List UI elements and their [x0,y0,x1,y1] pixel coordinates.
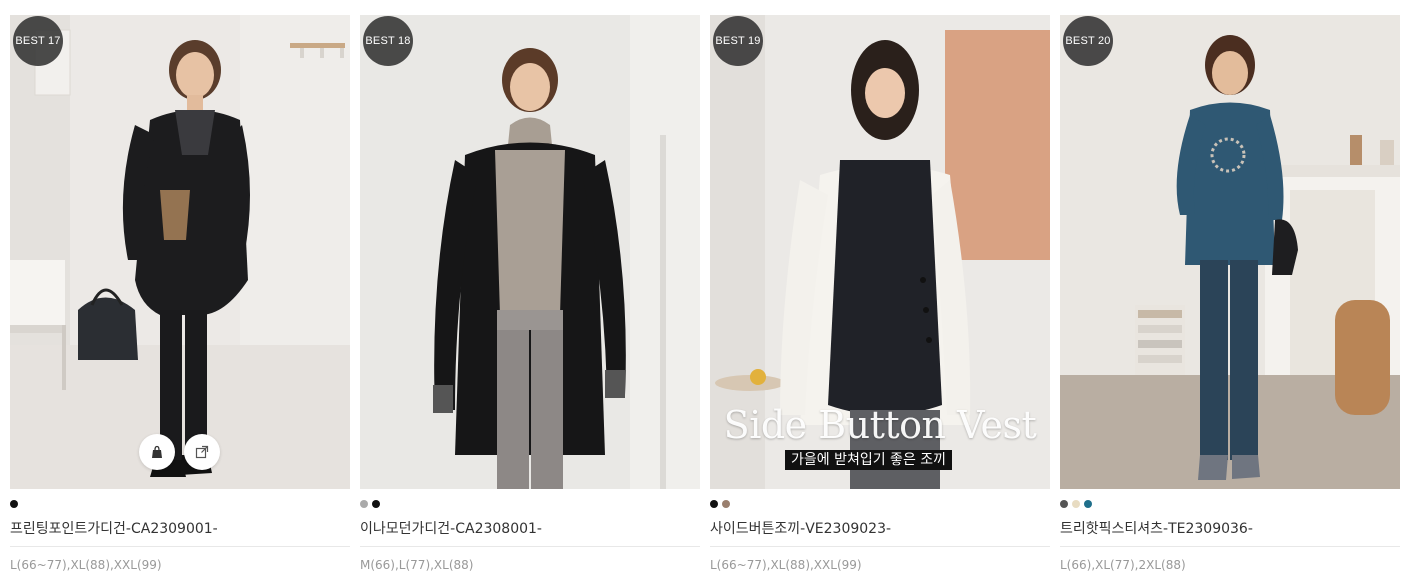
color-swatch [722,500,730,508]
divider [1060,546,1400,547]
promo-title: Side Button Vest [723,403,1037,447]
product-sizes: L(66~77),XL(88),XXL(99) [710,558,862,572]
color-swatch [710,500,718,508]
promo-caption: 가을에 받쳐입기 좋은 조끼 [785,450,953,470]
divider [710,546,1050,547]
product-sizes: M(66),L(77),XL(88) [360,558,474,572]
color-swatch [10,500,18,508]
product-name[interactable]: 트리핫픽스티셔츠-TE2309036- [1060,518,1253,538]
external-link-icon [195,445,209,459]
product-card: BEST 20 트리핫픽스티셔츠-TE2309036- L(66),XL(77)… [1060,15,1400,582]
shopping-bag-icon [150,445,164,459]
product-name[interactable]: 이나모던가디건-CA2308001- [360,518,542,538]
color-swatches [10,500,18,508]
color-swatch [372,500,380,508]
divider [360,546,700,547]
rank-badge: BEST 20 [1063,16,1113,66]
product-image[interactable]: BEST 19 Side Button Vest 가을에 받쳐입기 좋은 조끼 [710,15,1050,489]
color-swatch [1060,500,1068,508]
product-sizes: L(66~77),XL(88),XXL(99) [10,558,162,572]
product-sizes: L(66),XL(77),2XL(88) [1060,558,1186,572]
product-card: BEST 17 프린팅포인트가디건-CA2309001- L(66~77),XL… [10,15,350,582]
color-swatch [360,500,368,508]
open-new-window-button[interactable] [184,434,220,470]
divider [10,546,350,547]
rank-badge: BEST 19 [713,16,763,66]
color-swatch [1084,500,1092,508]
product-image[interactable]: BEST 17 [10,15,350,489]
add-to-cart-button[interactable] [139,434,175,470]
color-swatch [1072,500,1080,508]
product-grid: BEST 17 프린팅포인트가디건-CA2309001- L(66~77),XL… [10,15,1400,582]
product-card: BEST 18 이나모던가디건-CA2308001- M(66),L(77),X… [360,15,700,582]
product-image[interactable]: BEST 20 [1060,15,1400,489]
color-swatches [1060,500,1092,508]
product-image[interactable]: BEST 18 [360,15,700,489]
product-name[interactable]: 프린팅포인트가디건-CA2309001- [10,518,218,538]
rank-badge: BEST 17 [13,16,63,66]
rank-badge: BEST 18 [363,16,413,66]
color-swatches [710,500,730,508]
color-swatches [360,500,380,508]
product-card: BEST 19 Side Button Vest 가을에 받쳐입기 좋은 조끼 … [710,15,1050,582]
product-name[interactable]: 사이드버튼조끼-VE2309023- [710,518,891,538]
